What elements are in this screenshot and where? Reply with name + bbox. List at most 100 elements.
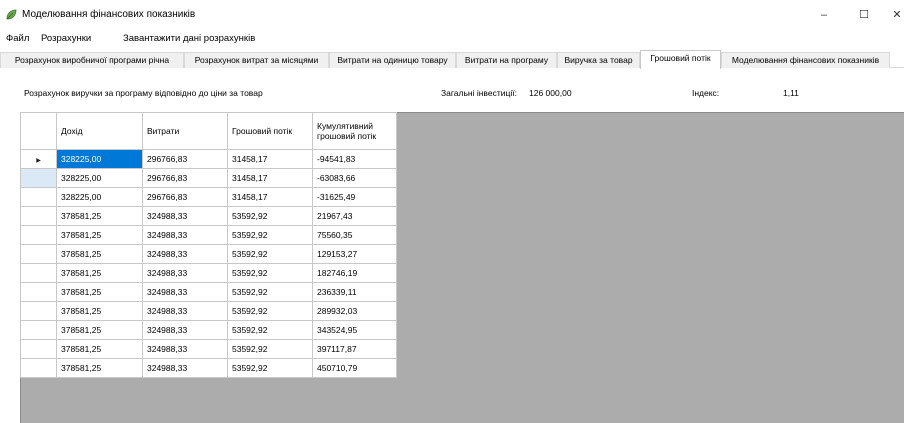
investments-label: Загальні інвестиції:	[441, 88, 517, 98]
row-header[interactable]	[20, 263, 57, 283]
grid-header-row: Дохід Витрати Грошовий потік Кумулятивни…	[20, 112, 397, 150]
cell-cumulative-cash-flow[interactable]: 397117,87	[312, 339, 397, 359]
cell-income[interactable]: 378581,25	[56, 244, 143, 264]
column-header-expenses[interactable]: Витрати	[142, 112, 228, 150]
cell-cumulative-cash-flow[interactable]: 182746,19	[312, 263, 397, 283]
cell-expenses[interactable]: 324988,33	[142, 301, 228, 321]
cell-income[interactable]: 378581,25	[56, 263, 143, 283]
cell-cash-flow[interactable]: 53592,92	[227, 282, 313, 302]
cell-cumulative-cash-flow[interactable]: 236339,11	[312, 282, 397, 302]
table-row[interactable]: 378581,25 324988,33 53592,92 129153,27	[20, 244, 397, 264]
cell-expenses[interactable]: 324988,33	[142, 225, 228, 245]
maximize-button[interactable]: ☐	[849, 5, 879, 25]
menu-file[interactable]: Файл	[6, 33, 29, 44]
cell-cash-flow[interactable]: 53592,92	[227, 225, 313, 245]
cell-expenses[interactable]: 296766,83	[142, 149, 228, 169]
cell-cumulative-cash-flow[interactable]: 75560,35	[312, 225, 397, 245]
row-header[interactable]	[20, 225, 57, 245]
table-row[interactable]: 378581,25 324988,33 53592,92 182746,19	[20, 263, 397, 283]
window-title: Моделювання фінансових показників	[22, 9, 196, 20]
table-row[interactable]: 378581,25 324988,33 53592,92 289932,03	[20, 301, 397, 321]
table-row[interactable]: 378581,25 324988,33 53592,92 21967,43	[20, 206, 397, 226]
cell-income[interactable]: 328225,00	[56, 187, 143, 207]
investments-value: 126 000,00	[529, 88, 572, 98]
cell-cash-flow[interactable]: 53592,92	[227, 263, 313, 283]
table-row[interactable]: 378581,25 324988,33 53592,92 450710,79	[20, 358, 397, 378]
row-header[interactable]	[20, 320, 57, 340]
table-row[interactable]: ▶ 328225,00 296766,83 31458,17 -94541,83	[20, 149, 397, 169]
row-header[interactable]	[20, 339, 57, 359]
revenue-caption: Розрахунок виручки за програму відповідн…	[24, 88, 263, 98]
table-row[interactable]: 378581,25 324988,33 53592,92 343524,95	[20, 320, 397, 340]
row-header[interactable]	[20, 358, 57, 378]
table-row[interactable]: 378581,25 324988,33 53592,92 236339,11	[20, 282, 397, 302]
leaf-app-icon	[6, 9, 17, 20]
row-header[interactable]	[20, 301, 57, 321]
cell-income[interactable]: 378581,25	[56, 206, 143, 226]
cell-cumulative-cash-flow[interactable]: -31625,49	[312, 187, 397, 207]
title-bar: Моделювання фінансових показників – ☐ ✕	[0, 0, 904, 30]
cell-cumulative-cash-flow[interactable]: -94541,83	[312, 149, 397, 169]
cell-cumulative-cash-flow[interactable]: 129153,27	[312, 244, 397, 264]
menu-load-data[interactable]: Завантажити дані розрахунків	[123, 33, 255, 44]
tab-production-program[interactable]: Розрахунок виробничої програми річна	[0, 52, 184, 68]
row-header[interactable]: ▶	[20, 149, 57, 169]
tab-cash-flow[interactable]: Грошовий потік	[640, 50, 721, 69]
cell-cash-flow[interactable]: 31458,17	[227, 187, 313, 207]
cell-income[interactable]: 328225,00	[56, 168, 143, 188]
tab-monthly-costs[interactable]: Розрахунок витрат за місяцями	[184, 52, 329, 68]
cell-cash-flow[interactable]: 31458,17	[227, 168, 313, 188]
index-value: 1,11	[783, 88, 799, 98]
cell-cash-flow[interactable]: 53592,92	[227, 320, 313, 340]
cell-cash-flow[interactable]: 53592,92	[227, 301, 313, 321]
cell-cumulative-cash-flow[interactable]: 343524,95	[312, 320, 397, 340]
cell-expenses[interactable]: 324988,33	[142, 339, 228, 359]
minimize-button[interactable]: –	[809, 5, 839, 25]
table-row[interactable]: 328225,00 296766,83 31458,17 -63083,66	[20, 168, 397, 188]
cell-expenses[interactable]: 324988,33	[142, 320, 228, 340]
close-button[interactable]: ✕	[887, 5, 904, 25]
cell-expenses[interactable]: 296766,83	[142, 187, 228, 207]
cell-cumulative-cash-flow[interactable]: -63083,66	[312, 168, 397, 188]
grid-body: ▶ 328225,00 296766,83 31458,17 -94541,83 3282…	[20, 149, 397, 378]
cell-cash-flow[interactable]: 53592,92	[227, 339, 313, 359]
cell-cumulative-cash-flow[interactable]: 289932,03	[312, 301, 397, 321]
cell-cash-flow[interactable]: 53592,92	[227, 244, 313, 264]
column-header-cash-flow[interactable]: Грошовий потік	[227, 112, 313, 150]
row-header[interactable]	[20, 206, 57, 226]
cell-income[interactable]: 328225,00	[56, 149, 143, 169]
cell-income[interactable]: 378581,25	[56, 225, 143, 245]
cell-cash-flow[interactable]: 53592,92	[227, 358, 313, 378]
cell-expenses[interactable]: 324988,33	[142, 358, 228, 378]
cell-cumulative-cash-flow[interactable]: 21967,43	[312, 206, 397, 226]
tab-revenue[interactable]: Виручка за товар	[557, 52, 640, 68]
cell-expenses[interactable]: 324988,33	[142, 206, 228, 226]
grid-corner-header[interactable]	[20, 112, 57, 150]
cash-flow-grid[interactable]: Дохід Витрати Грошовий потік Кумулятивни…	[20, 112, 397, 378]
table-row[interactable]: 328225,00 296766,83 31458,17 -31625,49	[20, 187, 397, 207]
tab-unit-costs[interactable]: Витрати на одиницю товару	[329, 52, 456, 68]
column-header-income[interactable]: Дохід	[56, 112, 143, 150]
menu-calculations[interactable]: Розрахунки	[41, 33, 91, 44]
cell-cumulative-cash-flow[interactable]: 450710,79	[312, 358, 397, 378]
column-header-cumulative-cash-flow[interactable]: Кумулятивний грошовий потік	[312, 112, 397, 150]
cell-income[interactable]: 378581,25	[56, 320, 143, 340]
cell-income[interactable]: 378581,25	[56, 358, 143, 378]
cell-expenses[interactable]: 296766,83	[142, 168, 228, 188]
cell-income[interactable]: 378581,25	[56, 301, 143, 321]
row-header[interactable]	[20, 282, 57, 302]
tab-program-costs[interactable]: Витрати на програму	[456, 52, 557, 68]
cell-expenses[interactable]: 324988,33	[142, 282, 228, 302]
row-header[interactable]	[20, 168, 57, 188]
cell-cash-flow[interactable]: 53592,92	[227, 206, 313, 226]
row-header[interactable]	[20, 187, 57, 207]
row-header[interactable]	[20, 244, 57, 264]
tab-modeling[interactable]: Моделювання фінансових показників	[721, 52, 890, 68]
table-row[interactable]: 378581,25 324988,33 53592,92 397117,87	[20, 339, 397, 359]
cell-income[interactable]: 378581,25	[56, 282, 143, 302]
table-row[interactable]: 378581,25 324988,33 53592,92 75560,35	[20, 225, 397, 245]
cell-expenses[interactable]: 324988,33	[142, 263, 228, 283]
cell-income[interactable]: 378581,25	[56, 339, 143, 359]
cell-cash-flow[interactable]: 31458,17	[227, 149, 313, 169]
cell-expenses[interactable]: 324988,33	[142, 244, 228, 264]
